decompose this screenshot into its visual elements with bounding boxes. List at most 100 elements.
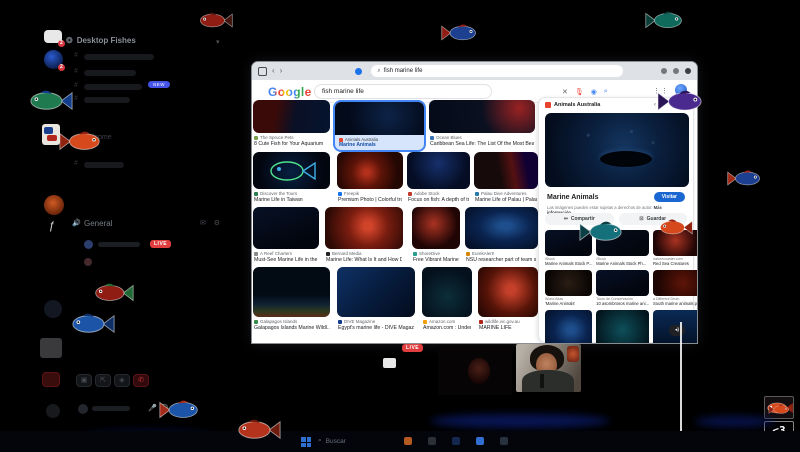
channel-item[interactable] <box>84 70 136 76</box>
taskbar-app-icon[interactable] <box>428 437 436 445</box>
clear-search-icon[interactable]: ✕ <box>562 88 568 96</box>
forward-icon[interactable]: › <box>280 62 283 80</box>
taskbar-app-icon[interactable] <box>452 437 460 445</box>
channel-item[interactable] <box>84 54 154 60</box>
start-button[interactable] <box>301 437 311 447</box>
tab-favicon[interactable] <box>355 68 362 75</box>
headphones-icon[interactable]: 🎧 <box>160 404 169 412</box>
taskbar-search[interactable]: ⌕ Buscar <box>318 437 346 445</box>
result-caption[interactable]: EurekAlert! NSU researcher part of team … <box>466 251 536 263</box>
close-button[interactable] <box>685 68 691 74</box>
result-caption[interactable]: Bernard Media Marine Life: What Is It an… <box>326 251 402 263</box>
result-image[interactable] <box>325 207 403 249</box>
participant-video-dark[interactable] <box>438 346 512 395</box>
fish-pip-tile[interactable] <box>764 396 794 419</box>
taskbar-app-icon[interactable] <box>500 437 508 445</box>
participant-video-webcam[interactable] <box>516 344 581 392</box>
panel-next-icon[interactable]: › <box>662 102 664 109</box>
result-image[interactable] <box>474 152 538 189</box>
result-image[interactable] <box>253 207 319 249</box>
taskbar-app-icon[interactable] <box>404 437 412 445</box>
server-icon-dim2[interactable] <box>46 404 60 418</box>
related-image[interactable]: naturecoaster.comRed Sea Creatures <box>653 230 697 266</box>
server-icon-dim[interactable] <box>44 300 62 318</box>
related-image[interactable] <box>545 310 592 343</box>
related-image[interactable] <box>596 310 649 343</box>
result-image[interactable] <box>253 100 330 133</box>
settings-gear-icon[interactable]: ⚙ <box>172 404 178 412</box>
account-avatar[interactable] <box>675 84 687 96</box>
voice-user-name[interactable] <box>98 242 140 247</box>
voice-channel-actions[interactable]: ✉ ⚙ <box>200 219 223 227</box>
result-image[interactable] <box>253 267 330 317</box>
result-image[interactable] <box>407 152 470 189</box>
result-caption[interactable]: Freepik Premium Photo | Colorful tropica… <box>338 191 402 203</box>
result-image[interactable] <box>478 267 538 317</box>
address-bar[interactable]: ⌕ fish marine life <box>371 65 623 77</box>
panel-hero-image[interactable] <box>545 113 689 187</box>
server-icon-glyph[interactable]: ƒ <box>49 220 55 232</box>
related-image[interactable]: iStockMarine Animals Stock Ph... <box>596 230 649 266</box>
mic-icon[interactable]: 🎤 <box>148 404 157 412</box>
related-image[interactable]: World Atlas'Marine Animals' <box>545 270 592 306</box>
tab-strip-icon[interactable] <box>258 67 267 76</box>
result-caption[interactable]: A Reef Charters Must-See Marine Life in … <box>254 251 318 263</box>
panel-prev-icon[interactable]: ‹ <box>654 102 656 109</box>
panel-more-icon[interactable]: ⋮ <box>670 102 676 109</box>
stream-preview-tile[interactable] <box>40 338 62 358</box>
voice-channel-general[interactable]: General <box>84 219 112 228</box>
chevron-down-icon[interactable]: ▾ <box>216 38 220 46</box>
result-caption[interactable]: Adobe Stock Focus on fish: A depth of tr… <box>408 191 469 203</box>
server-name-header[interactable]: ❂ Desktop Fishes <box>66 36 226 45</box>
result-image[interactable] <box>429 100 535 133</box>
channel-item[interactable] <box>84 162 124 168</box>
voice-user-avatar[interactable] <box>84 240 93 249</box>
disconnect-button[interactable]: ✆ <box>133 374 149 387</box>
back-icon[interactable]: ‹ <box>272 62 275 80</box>
related-image[interactable]: iStockMarine Animals Stock P... <box>545 230 592 266</box>
result-caption[interactable]: Discover the Tours Marine Life in Taiwan <box>254 191 330 203</box>
result-caption[interactable]: The Spruce Pets 8 Cute Fish for Your Aqu… <box>254 135 330 147</box>
search-submit-icon[interactable]: ⌕ <box>604 88 608 96</box>
google-logo[interactable]: Google <box>268 85 312 99</box>
channel-item[interactable] <box>84 84 142 90</box>
mute-audio-button[interactable]: ◂) <box>669 325 685 336</box>
result-caption[interactable]: wildlife.vic.gov.au MARINE LIFE <box>479 319 537 331</box>
apps-grid-icon[interactable]: ⋮⋮ <box>653 87 669 95</box>
result-image[interactable] <box>337 152 403 189</box>
mic-search-icon[interactable]: 🎙 <box>575 88 584 96</box>
maximize-button[interactable] <box>673 68 679 74</box>
screenshare-button[interactable]: ⇱ <box>95 374 111 387</box>
result-image[interactable] <box>253 152 330 189</box>
result-caption[interactable]: Amazon.com Amazon.com : Underwater View … <box>423 319 471 331</box>
lens-icon[interactable]: ◉ <box>591 88 597 96</box>
taskbar-app-icon[interactable] <box>476 437 484 445</box>
result-image[interactable] <box>465 207 538 249</box>
result-image[interactable] <box>337 267 415 317</box>
result-image[interactable] <box>422 267 472 317</box>
related-image[interactable]: Tours de Conservación10 asombrosos marin… <box>596 270 649 306</box>
result-caption[interactable]: Palau Dive Adventures Marine Life of Pal… <box>475 191 537 203</box>
minimize-button[interactable] <box>661 68 667 74</box>
leave-call-button[interactable] <box>42 372 60 387</box>
save-button[interactable]: ⊡ Guardar <box>619 213 688 225</box>
channel-item[interactable] <box>84 97 130 103</box>
camera-button[interactable]: ▣ <box>76 374 92 387</box>
panel-source[interactable]: Animals Australia <box>554 102 600 108</box>
result-image[interactable] <box>412 207 460 249</box>
channel-item-welcome[interactable]: welcome <box>84 134 112 141</box>
self-avatar[interactable] <box>78 404 88 414</box>
share-button[interactable]: ⇦ Compartir <box>545 213 614 225</box>
result-caption[interactable]: Galapagos Islands Galapagos Islands Mari… <box>254 319 330 331</box>
visit-button[interactable]: Visitar <box>654 192 685 202</box>
panel-close-icon[interactable]: ✕ <box>682 102 687 109</box>
result-caption[interactable]: Ocean Blues Caribbean Sea Life: The List… <box>430 135 534 147</box>
result-caption[interactable]: DIVE Magazine Egypt's marine life - DIVE… <box>338 319 414 331</box>
result-caption[interactable]: ShoreDive Free Vibrant Marine Life Im... <box>413 251 459 263</box>
result-image-selected[interactable]: Animals Australia Marine Animals <box>333 100 426 152</box>
server-icon-planet[interactable] <box>44 195 64 215</box>
related-image[interactable]: a Different DrumSouth marine animals ph.… <box>653 270 697 306</box>
activities-button[interactable]: ◈ <box>114 374 130 387</box>
google-search-input[interactable]: fish marine life <box>314 84 492 99</box>
voice-user-avatar2[interactable] <box>84 258 92 266</box>
